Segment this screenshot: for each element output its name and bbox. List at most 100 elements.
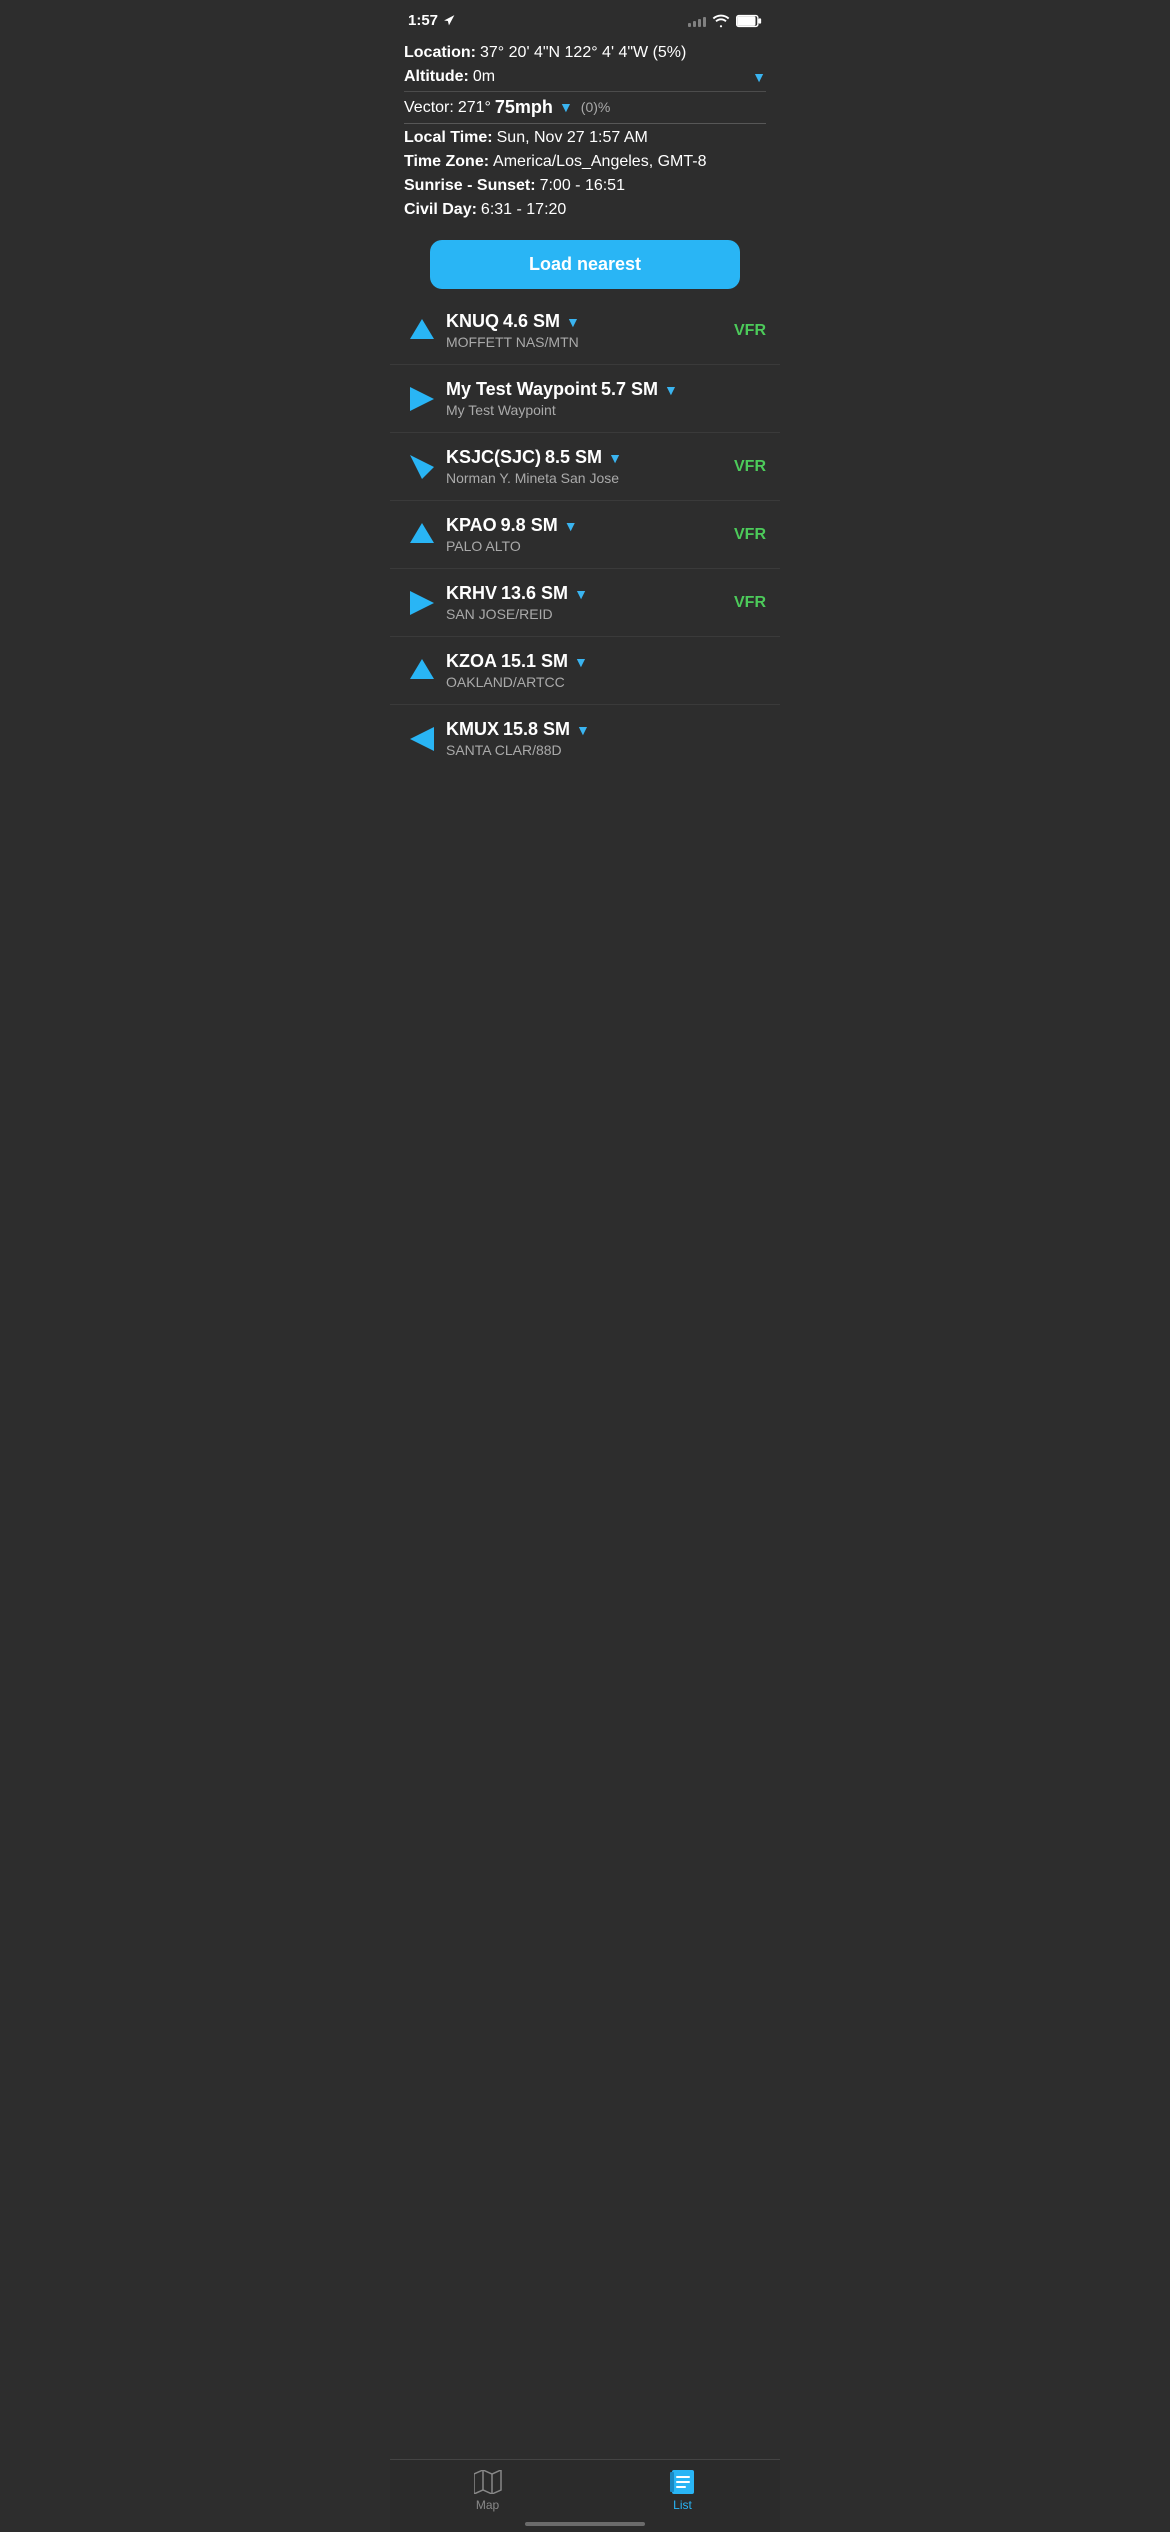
timezone-value: America/Los_Angeles, GMT-8 (493, 150, 706, 174)
sunrise-sunset-value: 7:00 - 16:51 (540, 174, 625, 198)
waypoint-name-row: KPAO 9.8 SM ▼ (446, 515, 724, 536)
home-indicator (525, 2522, 645, 2526)
local-time-value: Sun, Nov 27 1:57 AM (497, 126, 648, 150)
tab-map[interactable]: Map (448, 2470, 528, 2512)
vfr-badge: VFR (724, 458, 766, 476)
vfr-badge: VFR (724, 526, 766, 544)
civil-day-value: 6:31 - 17:20 (481, 198, 566, 222)
waypoint-arrow-icon (404, 589, 440, 617)
waypoint-arrow-icon (404, 657, 440, 685)
altitude-inner: Altitude: 0m (404, 65, 746, 89)
waypoint-distance: 8.5 SM (545, 447, 602, 468)
location-row: Location: 37° 20' 4"N 122° 4' 4"W (5%) (404, 41, 766, 65)
list-item[interactable]: KZOA 15.1 SM ▼ OAKLAND/ARTCC (390, 637, 780, 705)
waypoint-id: KPAO (446, 515, 497, 536)
waypoint-subtitle: SAN JOSE/REID (446, 606, 724, 622)
waypoint-dropdown-icon[interactable]: ▼ (608, 450, 622, 466)
waypoint-subtitle: PALO ALTO (446, 538, 724, 554)
list-item[interactable]: KMUX 15.8 SM ▼ SANTA CLAR/88D (390, 705, 780, 772)
local-time-label: Local Time: (404, 126, 493, 150)
battery-icon (736, 14, 762, 28)
status-bar: 1:57 (390, 0, 780, 35)
vector-percent: (0)% (581, 97, 611, 118)
waypoint-info: KMUX 15.8 SM ▼ SANTA CLAR/88D (446, 719, 766, 758)
wifi-icon (712, 14, 730, 28)
waypoint-dropdown-icon[interactable]: ▼ (664, 382, 678, 398)
vector-dropdown-icon[interactable]: ▼ (559, 97, 573, 118)
waypoint-id: KSJC(SJC) (446, 447, 541, 468)
waypoint-name-row: KRHV 13.6 SM▼ (446, 583, 724, 604)
tab-list[interactable]: List (643, 2470, 723, 2512)
map-icon (474, 2470, 502, 2494)
waypoint-info: KZOA 15.1 SM ▼ OAKLAND/ARTCC (446, 651, 766, 690)
time-display: 1:57 (408, 12, 438, 29)
list-item[interactable]: KPAO 9.8 SM ▼ PALO ALTOVFR (390, 501, 780, 569)
list-icon (670, 2470, 696, 2494)
waypoint-distance: 5.7 SM (601, 379, 658, 400)
list-item[interactable]: My Test Waypoint 5.7 SM ▼My Test Waypoint (390, 365, 780, 433)
waypoint-dropdown-icon[interactable]: ▼ (574, 654, 588, 670)
waypoint-dropdown-icon[interactable]: ▼ (564, 518, 578, 534)
waypoint-arrow-icon (404, 385, 440, 413)
waypoint-subtitle: Norman Y. Mineta San Jose (446, 470, 724, 486)
waypoint-id: KZOA (446, 651, 497, 672)
vfr-badge: VFR (724, 322, 766, 340)
civil-day-label: Civil Day: (404, 198, 477, 222)
civil-day-row: Civil Day: 6:31 - 17:20 (404, 198, 766, 222)
waypoint-id: KNUQ (446, 311, 499, 332)
waypoint-dropdown-icon[interactable]: ▼ (574, 586, 588, 602)
vfr-badge: VFR (724, 594, 766, 612)
waypoint-dropdown-icon[interactable]: ▼ (566, 314, 580, 330)
list-item[interactable]: KRHV 13.6 SM▼ SAN JOSE/REIDVFR (390, 569, 780, 637)
sunrise-sunset-row: Sunrise - Sunset: 7:00 - 16:51 (404, 174, 766, 198)
altitude-row: Altitude: 0m ▼ (404, 65, 766, 92)
waypoint-info: KSJC(SJC) 8.5 SM ▼ Norman Y. Mineta San Jo… (446, 447, 724, 486)
waypoint-distance: 9.8 SM (501, 515, 558, 536)
status-indicators (688, 14, 762, 28)
waypoint-name-row: KNUQ 4.6 SM ▼ (446, 311, 724, 332)
local-time-row: Local Time: Sun, Nov 27 1:57 AM (404, 126, 766, 150)
waypoint-arrow-icon (404, 453, 440, 481)
waypoint-id: KRHV (446, 583, 497, 604)
sunrise-sunset-label: Sunrise - Sunset: (404, 174, 536, 198)
waypoint-distance: 4.6 SM (503, 311, 560, 332)
waypoint-name-row: KSJC(SJC) 8.5 SM ▼ (446, 447, 724, 468)
waypoint-arrow-icon (404, 317, 440, 345)
altitude-dropdown-icon[interactable]: ▼ (752, 69, 766, 85)
waypoint-info: KPAO 9.8 SM ▼ PALO ALTO (446, 515, 724, 554)
list-item[interactable]: KSJC(SJC) 8.5 SM ▼ Norman Y. Mineta San Jo… (390, 433, 780, 501)
altitude-value: 0m (473, 65, 495, 89)
info-block: Location: 37° 20' 4"N 122° 4' 4"W (5%) A… (390, 35, 780, 226)
timezone-label: Time Zone: (404, 150, 489, 174)
waypoint-id: My Test Waypoint (446, 379, 597, 400)
location-arrow-icon (443, 14, 456, 27)
timezone-row: Time Zone: America/Los_Angeles, GMT-8 (404, 150, 766, 174)
altitude-label: Altitude: (404, 65, 469, 89)
signal-strength-icon (688, 15, 706, 27)
waypoint-arrow-icon (404, 725, 440, 753)
list-item[interactable]: KNUQ 4.6 SM ▼ MOFFETT NAS/MTNVFR (390, 297, 780, 365)
waypoint-dropdown-icon[interactable]: ▼ (576, 722, 590, 738)
waypoint-arrow-icon (404, 521, 440, 549)
waypoint-name-row: My Test Waypoint 5.7 SM ▼ (446, 379, 766, 400)
waypoint-info: KNUQ 4.6 SM ▼ MOFFETT NAS/MTN (446, 311, 724, 350)
load-nearest-button[interactable]: Load nearest (430, 240, 740, 289)
waypoint-distance: 15.1 SM (501, 651, 568, 672)
vector-row: Vector: 271° 75mph ▼ (0)% (404, 94, 766, 124)
waypoint-list: KNUQ 4.6 SM▼MOFFETT NAS/MTNVFR My Test W… (390, 297, 780, 772)
location-value: 37° 20' 4"N 122° 4' 4"W (5%) (480, 41, 686, 65)
waypoint-info: My Test Waypoint 5.7 SM ▼My Test Waypoint (446, 379, 766, 418)
vector-bearing: 271° (458, 96, 491, 120)
waypoint-name-row: KZOA 15.1 SM ▼ (446, 651, 766, 672)
vector-label: Vector: (404, 96, 454, 120)
tab-map-label: Map (476, 2498, 499, 2512)
waypoint-subtitle: OAKLAND/ARTCC (446, 674, 766, 690)
waypoint-subtitle: SANTA CLAR/88D (446, 742, 766, 758)
waypoint-name-row: KMUX 15.8 SM ▼ (446, 719, 766, 740)
waypoint-info: KRHV 13.6 SM▼ SAN JOSE/REID (446, 583, 724, 622)
waypoint-subtitle: MOFFETT NAS/MTN (446, 334, 724, 350)
waypoint-distance: 15.8 SM (503, 719, 570, 740)
tab-list-label: List (673, 2498, 692, 2512)
waypoint-id: KMUX (446, 719, 499, 740)
status-time-area: 1:57 (408, 12, 456, 29)
